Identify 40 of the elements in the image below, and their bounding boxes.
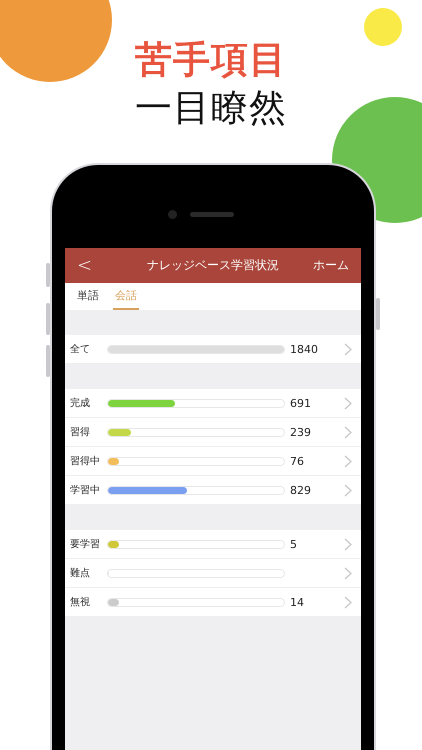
status-count: 14 bbox=[289, 596, 305, 608]
chevron-icon bbox=[344, 484, 352, 496]
status-row[interactable]: 習得 239 bbox=[65, 418, 361, 447]
speaker-icon bbox=[190, 212, 234, 217]
status-row[interactable]: 学習中 829 bbox=[65, 476, 361, 505]
status-label: 学習中 bbox=[70, 484, 101, 497]
chevron-icon bbox=[344, 342, 352, 356]
camera-icon bbox=[168, 210, 177, 219]
tab[interactable]: 単語 bbox=[75, 283, 101, 310]
status-label: 難点 bbox=[70, 566, 91, 580]
status-label: 無視 bbox=[70, 596, 91, 609]
chevron-icon bbox=[344, 538, 352, 550]
back-button[interactable]: < bbox=[77, 255, 127, 276]
status-row[interactable]: 全て 1840 bbox=[65, 335, 361, 364]
home-button[interactable]: ホーム bbox=[299, 257, 349, 274]
status-count: 5 bbox=[289, 538, 298, 550]
status-count: 239 bbox=[289, 426, 312, 438]
circle-decoration bbox=[364, 8, 402, 46]
chevron-icon bbox=[344, 396, 352, 410]
status-label: 完成 bbox=[70, 396, 91, 410]
header-title: ナレッジベース学習状況 bbox=[146, 257, 280, 274]
status-row[interactable]: 難点 bbox=[65, 559, 361, 588]
status-row[interactable]: 要学習 5 bbox=[65, 530, 361, 559]
headline-emphasis: 苦手項目 bbox=[135, 37, 287, 83]
status-count: 829 bbox=[289, 484, 312, 496]
status-count: 76 bbox=[289, 454, 305, 468]
status-row[interactable]: 完成 691 bbox=[65, 389, 361, 418]
status-count: 691 bbox=[289, 396, 312, 410]
chevron-icon bbox=[344, 566, 352, 580]
status-row[interactable]: 無視 14 bbox=[65, 588, 361, 617]
chevron-icon bbox=[344, 454, 352, 468]
headline-title: 一目瞭然 bbox=[135, 85, 287, 131]
status-row[interactable]: 習得中 76 bbox=[65, 447, 361, 476]
status-label: 要学習 bbox=[70, 538, 101, 551]
chevron-icon bbox=[344, 596, 352, 608]
chevron-icon bbox=[344, 426, 352, 438]
status-label: 習得 bbox=[70, 426, 91, 439]
status-label: 習得中 bbox=[70, 454, 101, 468]
status-label: 全て bbox=[70, 343, 91, 356]
status-count: 1840 bbox=[289, 342, 319, 356]
